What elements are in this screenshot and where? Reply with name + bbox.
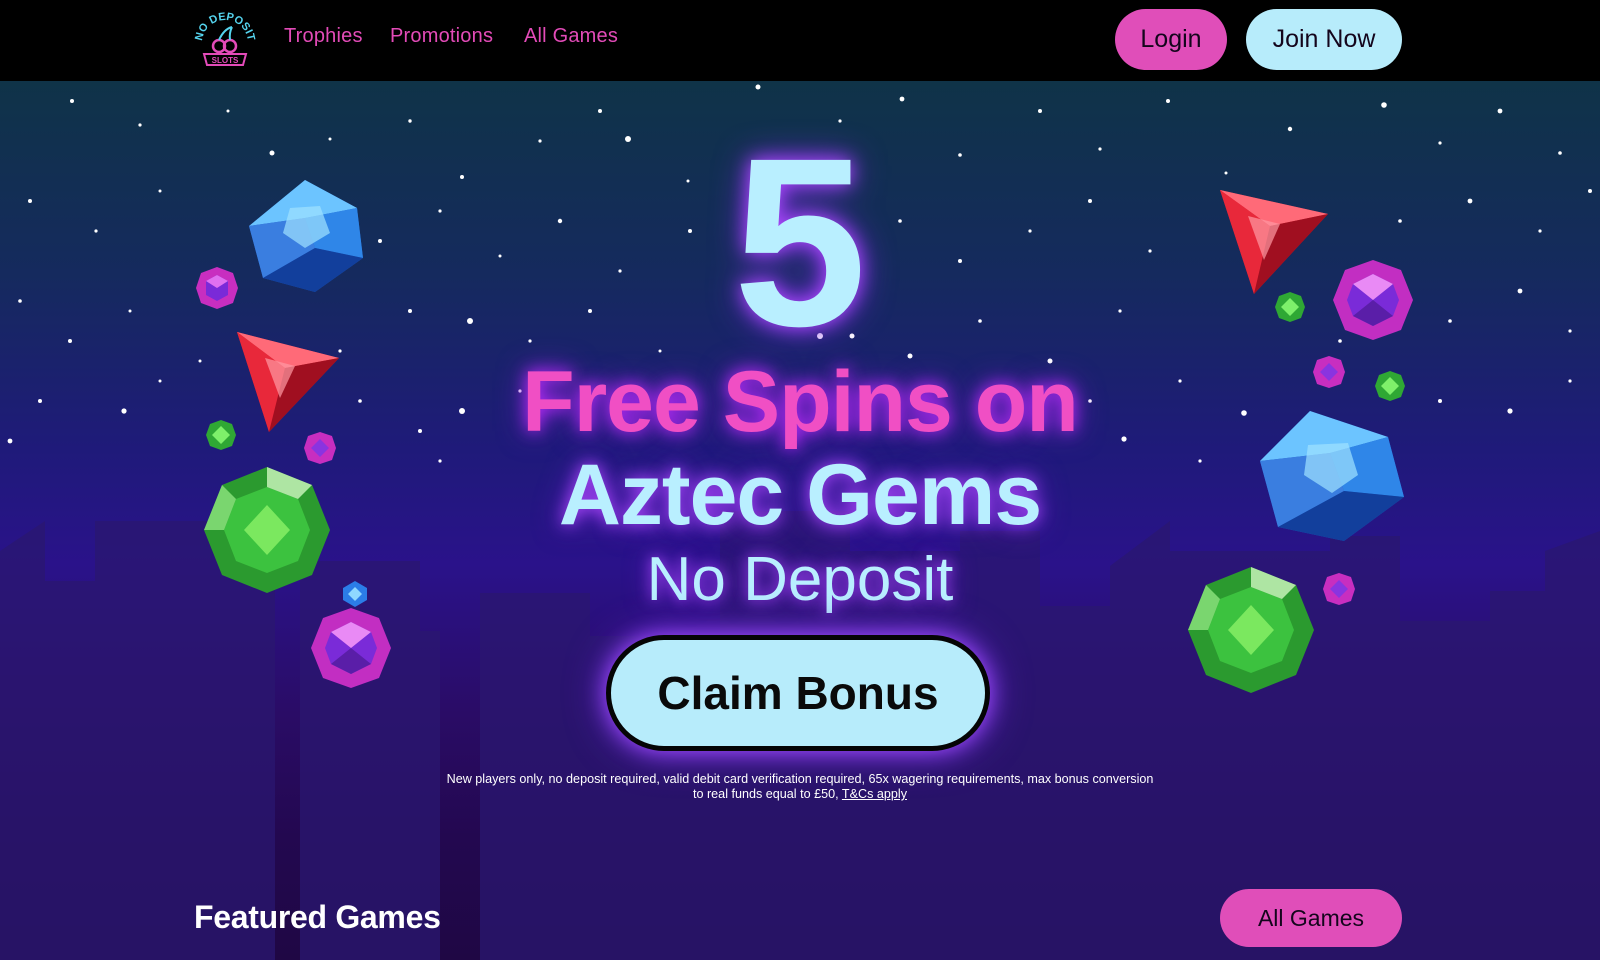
terms-text: New players only, no deposit required, v… <box>446 772 1154 801</box>
featured-games-heading: Featured Games <box>194 899 441 935</box>
purple-gem-icon <box>311 608 391 688</box>
svg-text:SLOTS: SLOTS <box>212 56 239 65</box>
nav-promotions[interactable]: Promotions <box>390 25 493 48</box>
hero-banner: 5 Free Spins on Aztec Gems No Deposit Cl… <box>0 81 1600 960</box>
headline-no-deposit: No Deposit <box>646 545 954 614</box>
nav-trophies[interactable]: Trophies <box>284 25 363 48</box>
all-games-button[interactable]: All Games <box>1220 889 1402 947</box>
join-now-button[interactable]: Join Now <box>1246 9 1402 70</box>
login-button[interactable]: Login <box>1115 9 1227 70</box>
headline-game-name: Aztec Gems <box>558 447 1042 543</box>
nav-all-games[interactable]: All Games <box>524 25 618 48</box>
free-spins-count: 5 <box>733 108 867 376</box>
logo-cherry-icon[interactable]: NO DEPOSIT SLOTS <box>194 9 256 71</box>
terms-link[interactable]: T&Cs apply <box>842 787 907 801</box>
terms-disclaimer: New players only, no deposit required, v… <box>440 772 1160 802</box>
claim-bonus-button[interactable]: Claim Bonus <box>606 635 990 751</box>
headline-free-spins: Free Spins on <box>522 354 1079 450</box>
svg-text:NO DEPOSIT: NO DEPOSIT <box>194 11 256 42</box>
site-header: NO DEPOSIT SLOTS Trophies Promotions All… <box>0 0 1600 81</box>
